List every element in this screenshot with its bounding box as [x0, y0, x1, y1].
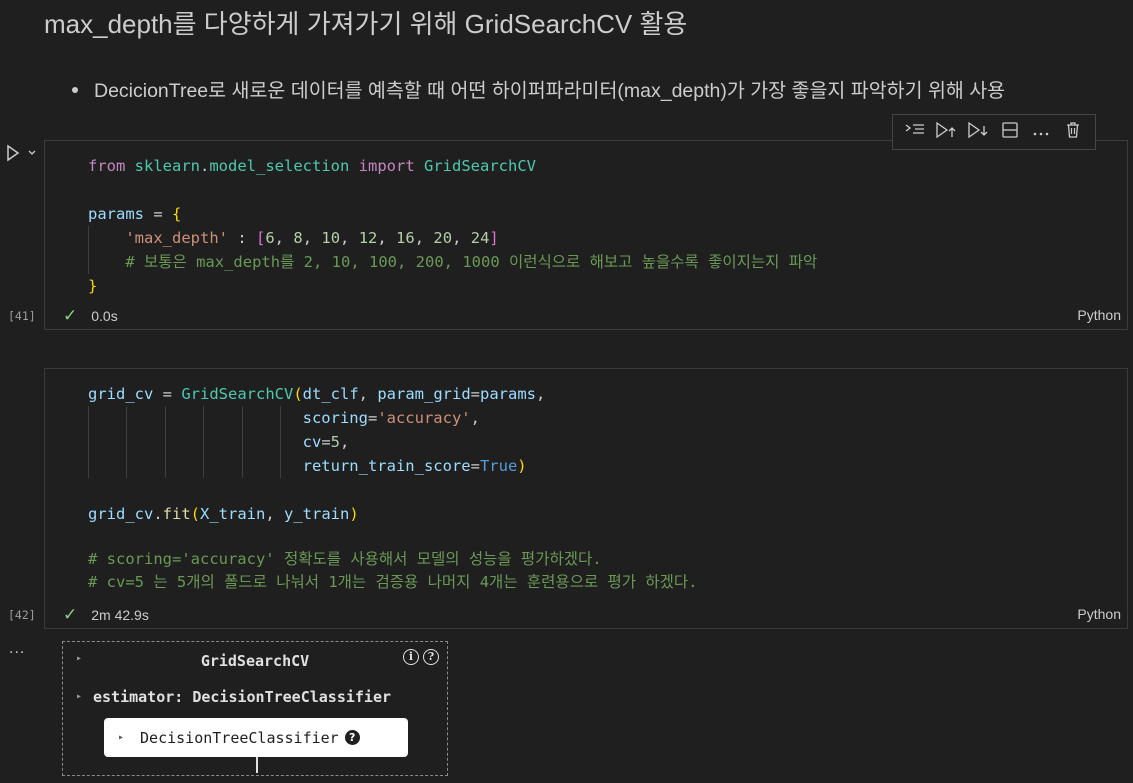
language-label[interactable]: Python: [1077, 307, 1121, 323]
code-line: grid_cv.fit(X_train, y_train): [88, 505, 359, 523]
code-line: return_train_score=True): [302, 457, 527, 475]
code-editor-2[interactable]: grid_cv = GridSearchCV(dt_clf, param_gri…: [88, 369, 698, 639]
execution-time: 0.0s: [91, 308, 118, 324]
help-icon[interactable]: ?: [344, 730, 360, 745]
indent-guide: [165, 406, 166, 478]
code-line: 'max_depth' : [6, 8, 10, 12, 16, 20, 24]: [125, 229, 499, 247]
play-icon: [7, 144, 20, 162]
estimator-label[interactable]: estimator: DecisionTreeClassifier: [93, 688, 391, 706]
cell-status: ✓ 2m 42.9s: [63, 605, 149, 625]
chevron-down-icon[interactable]: [27, 148, 37, 158]
sklearn-estimator-widget: ▸ GridSearchCV i ? ▸ estimator: Decision…: [62, 641, 448, 776]
indent-guide: [126, 406, 127, 478]
markdown-title: max_depth를 다양하게 가져가기 위해 GridSearchCV 활용: [44, 9, 688, 39]
execution-count: [42]: [8, 608, 36, 622]
cell-status: ✓ 0.0s: [63, 306, 118, 326]
success-check-icon: ✓: [63, 306, 78, 325]
connector-line: [256, 757, 258, 773]
run-cell-button[interactable]: [5, 144, 37, 162]
markdown-bullet: DecicionTree로 새로운 데이터를 예측할 때 어떤 하이퍼파라미터(…: [72, 74, 1005, 103]
indent-guide: [242, 406, 243, 478]
run-cell-down-icon[interactable]: [966, 121, 990, 143]
code-cell-2[interactable]: grid_cv = GridSearchCV(dt_clf, param_gri…: [44, 368, 1128, 629]
markdown-bullet-text: DecicionTree로 새로운 데이터를 예측할 때 어떤 하이퍼파라미터(…: [94, 80, 1006, 102]
help-icon[interactable]: ?: [423, 649, 439, 665]
run-cell-up-icon[interactable]: [934, 121, 958, 143]
code-editor-1[interactable]: from sklearn.model_selection import Grid…: [88, 141, 817, 295]
code-line: # 보통은 max_depth를 2, 10, 100, 200, 1000 이…: [125, 253, 818, 271]
widget-icons: i ?: [403, 649, 439, 665]
estimator-box-label: DecisionTreeClassifier: [140, 728, 339, 747]
code-line: from sklearn.model_selection import Grid…: [88, 157, 536, 175]
code-line: grid_cv = GridSearchCV(dt_clf, param_gri…: [88, 385, 546, 403]
code-line: cv=5,: [302, 433, 350, 451]
bullet-dot: [72, 86, 78, 93]
code-line: # cv=5 는 5개의 폴드로 나눠서 1개는 검증용 나머지 4개는 훈련용…: [88, 573, 698, 591]
indent-guide: [280, 406, 281, 478]
code-line: }: [88, 277, 98, 295]
execution-time: 2m 42.9s: [91, 607, 149, 623]
indent-guide: [88, 406, 89, 478]
expand-arrow-icon[interactable]: ▸: [76, 691, 82, 702]
delete-icon[interactable]: [1061, 121, 1085, 143]
language-label[interactable]: Python: [1077, 606, 1121, 622]
output-more-button[interactable]: ...: [9, 640, 25, 658]
code-line: # scoring='accuracy' 정확도를 사용해서 모델의 성능을 평…: [88, 550, 602, 568]
widget-title[interactable]: GridSearchCV: [63, 652, 447, 670]
indent-guide: [203, 406, 204, 478]
info-icon[interactable]: i: [403, 649, 419, 665]
code-line: params = {: [88, 205, 182, 223]
expand-arrow-icon[interactable]: ▸: [118, 732, 124, 743]
cell-toolbar: [892, 114, 1096, 150]
estimator-box[interactable]: ▸ DecisionTreeClassifier ?: [104, 718, 408, 757]
run-above-icon[interactable]: [903, 122, 927, 142]
success-check-icon: ✓: [63, 605, 78, 624]
more-icon[interactable]: [1029, 124, 1053, 141]
execution-count: [41]: [8, 309, 36, 323]
split-cell-icon[interactable]: [998, 121, 1022, 143]
indent-guide: [88, 226, 89, 274]
code-cell-1[interactable]: from sklearn.model_selection import Grid…: [44, 140, 1128, 330]
code-line: scoring='accuracy',: [302, 409, 480, 427]
